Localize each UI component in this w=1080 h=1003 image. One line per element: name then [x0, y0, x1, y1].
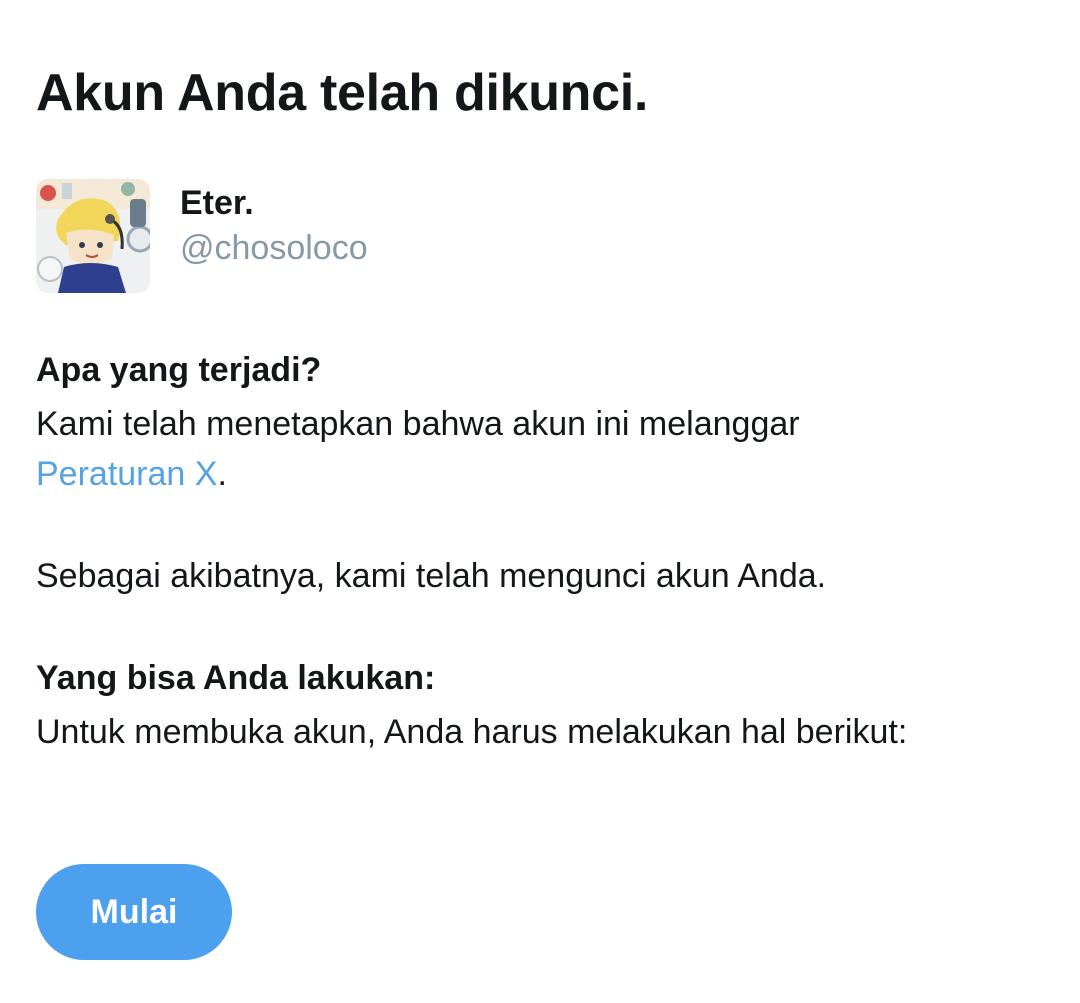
user-handle: @chosoloco — [180, 229, 368, 267]
violation-explanation: Kami telah menetapkan bahwa akun ini mel… — [36, 399, 1036, 499]
what-to-do-heading: Yang bisa Anda lakukan: — [36, 659, 436, 697]
unlock-instructions: Untuk membuka akun, Anda harus melakukan… — [36, 713, 908, 751]
display-name: Eter. — [180, 184, 254, 222]
period-text: . — [217, 455, 227, 493]
anime-character-avatar-icon — [36, 179, 150, 293]
page-title: Akun Anda telah dikunci. — [36, 64, 649, 122]
consequence-text: Sebagai akibatnya, kami telah mengunci a… — [36, 557, 827, 595]
rules-link[interactable]: Peraturan X — [36, 455, 217, 493]
violation-text: Kami telah menetapkan bahwa akun ini mel… — [36, 405, 800, 443]
start-button[interactable]: Mulai — [36, 864, 232, 960]
avatar — [36, 179, 150, 293]
profile-text: Eter. @chosoloco — [180, 183, 368, 273]
profile-card: Eter. @chosoloco — [36, 179, 368, 293]
what-happened-heading: Apa yang terjadi? — [36, 351, 322, 389]
locked-account-page: Akun Anda telah dikunci. Eter. @chosoloc… — [0, 0, 1080, 1003]
